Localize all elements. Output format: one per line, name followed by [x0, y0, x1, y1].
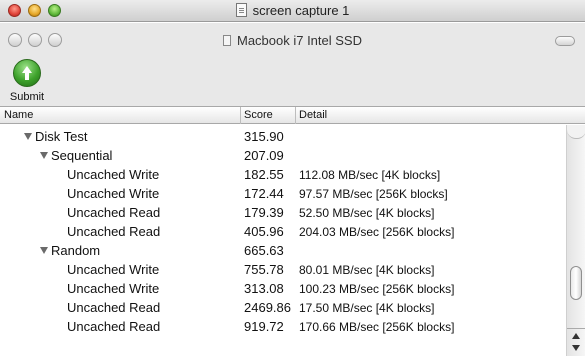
vertical-scrollbar[interactable]: [566, 125, 585, 356]
outline-row[interactable]: Uncached Read 2469.86 17.50 MB/sec [4K b…: [0, 298, 566, 317]
outline-row[interactable]: Uncached Read 179.39 52.50 MB/sec [4K bl…: [0, 203, 566, 222]
row-score: 919.72: [244, 319, 284, 334]
column-divider[interactable]: [240, 107, 241, 124]
outline-row[interactable]: Uncached Read 405.96 204.03 MB/sec [256K…: [0, 222, 566, 241]
row-score: 207.09: [244, 148, 284, 163]
document-icon: [222, 35, 231, 46]
row-detail: 170.66 MB/sec [256K blocks]: [299, 320, 455, 334]
row-score: 172.44: [244, 186, 284, 201]
column-name-header[interactable]: Name: [4, 109, 33, 121]
row-detail: 100.23 MB/sec [256K blocks]: [299, 282, 455, 296]
disclosure-triangle-icon[interactable]: [40, 247, 48, 254]
row-name: Uncached Write: [67, 167, 160, 182]
outline-row[interactable]: Uncached Write 313.08 100.23 MB/sec [256…: [0, 279, 566, 298]
row-detail: 97.57 MB/sec [256K blocks]: [299, 187, 448, 201]
row-detail: 17.50 MB/sec [4K blocks]: [299, 301, 435, 315]
row-name: Uncached Read: [67, 300, 161, 315]
row-name: Uncached Read: [67, 224, 161, 239]
outer-window-title: screen capture 1: [0, 3, 585, 18]
row-name: Uncached Write: [67, 281, 160, 296]
upload-arrow-icon: [13, 59, 41, 87]
row-detail: 204.03 MB/sec [256K blocks]: [299, 225, 455, 239]
submit-button[interactable]: Submit: [6, 59, 48, 105]
disclosure-triangle-icon[interactable]: [40, 152, 48, 159]
row-score: 405.96: [244, 224, 284, 239]
submit-label: Submit: [9, 91, 45, 103]
row-detail: 112.08 MB/sec [4K blocks]: [299, 168, 441, 182]
scrollbar-top-cap: [567, 125, 585, 139]
outline-row[interactable]: Sequential 207.09: [0, 146, 566, 165]
row-score: 179.39: [244, 205, 284, 220]
row-name: Random: [51, 243, 101, 258]
outline-row[interactable]: Uncached Write 182.55 112.08 MB/sec [4K …: [0, 165, 566, 184]
disclosure-triangle-icon[interactable]: [24, 133, 32, 140]
row-detail: 52.50 MB/sec [4K blocks]: [299, 206, 435, 220]
scrollbar-thumb[interactable]: [570, 266, 582, 300]
outer-window-title-text: screen capture 1: [252, 3, 350, 18]
outline-row[interactable]: Random 665.63: [0, 241, 566, 260]
column-divider[interactable]: [295, 107, 296, 124]
outline-row[interactable]: Uncached Write 172.44 97.57 MB/sec [256K…: [0, 184, 566, 203]
scroll-down-arrow-icon[interactable]: [572, 345, 580, 351]
row-score: 755.78: [244, 262, 284, 277]
inner-window-title-text: Macbook i7 Intel SSD: [236, 33, 362, 48]
scroll-arrow-divider: [567, 328, 585, 329]
row-name: Uncached Read: [67, 205, 161, 220]
column-score-header[interactable]: Score: [244, 109, 273, 121]
row-name: Uncached Write: [67, 186, 160, 201]
outline-row[interactable]: Disk Test 315.90: [0, 127, 566, 146]
results-outline: Disk Test 315.90 Sequential 207.09 Uncac…: [0, 125, 566, 356]
row-name: Disk Test: [35, 129, 88, 144]
row-score: 315.90: [244, 129, 284, 144]
toolbar-toggle-button[interactable]: [555, 36, 575, 46]
row-name: Sequential: [51, 148, 113, 163]
inner-window-title: Macbook i7 Intel SSD: [0, 33, 585, 48]
row-name: Uncached Write: [67, 262, 160, 277]
column-header: Name Score Detail: [0, 107, 585, 124]
row-detail: 80.01 MB/sec [4K blocks]: [299, 263, 435, 277]
row-score: 182.55: [244, 167, 284, 182]
outer-title-bar: screen capture 1: [0, 0, 585, 22]
toolbar: Submit: [0, 57, 585, 107]
row-name: Uncached Read: [67, 319, 161, 334]
row-score: 2469.86: [244, 300, 291, 315]
row-score: 665.63: [244, 243, 284, 258]
scroll-up-arrow-icon[interactable]: [572, 333, 580, 339]
document-icon: [235, 3, 247, 17]
outline-row[interactable]: Uncached Read 919.72 170.66 MB/sec [256K…: [0, 317, 566, 336]
outline-row[interactable]: Uncached Write 755.78 80.01 MB/sec [4K b…: [0, 260, 566, 279]
inner-title-bar: Macbook i7 Intel SSD: [0, 23, 585, 57]
column-detail-header[interactable]: Detail: [299, 109, 327, 121]
row-score: 313.08: [244, 281, 284, 296]
